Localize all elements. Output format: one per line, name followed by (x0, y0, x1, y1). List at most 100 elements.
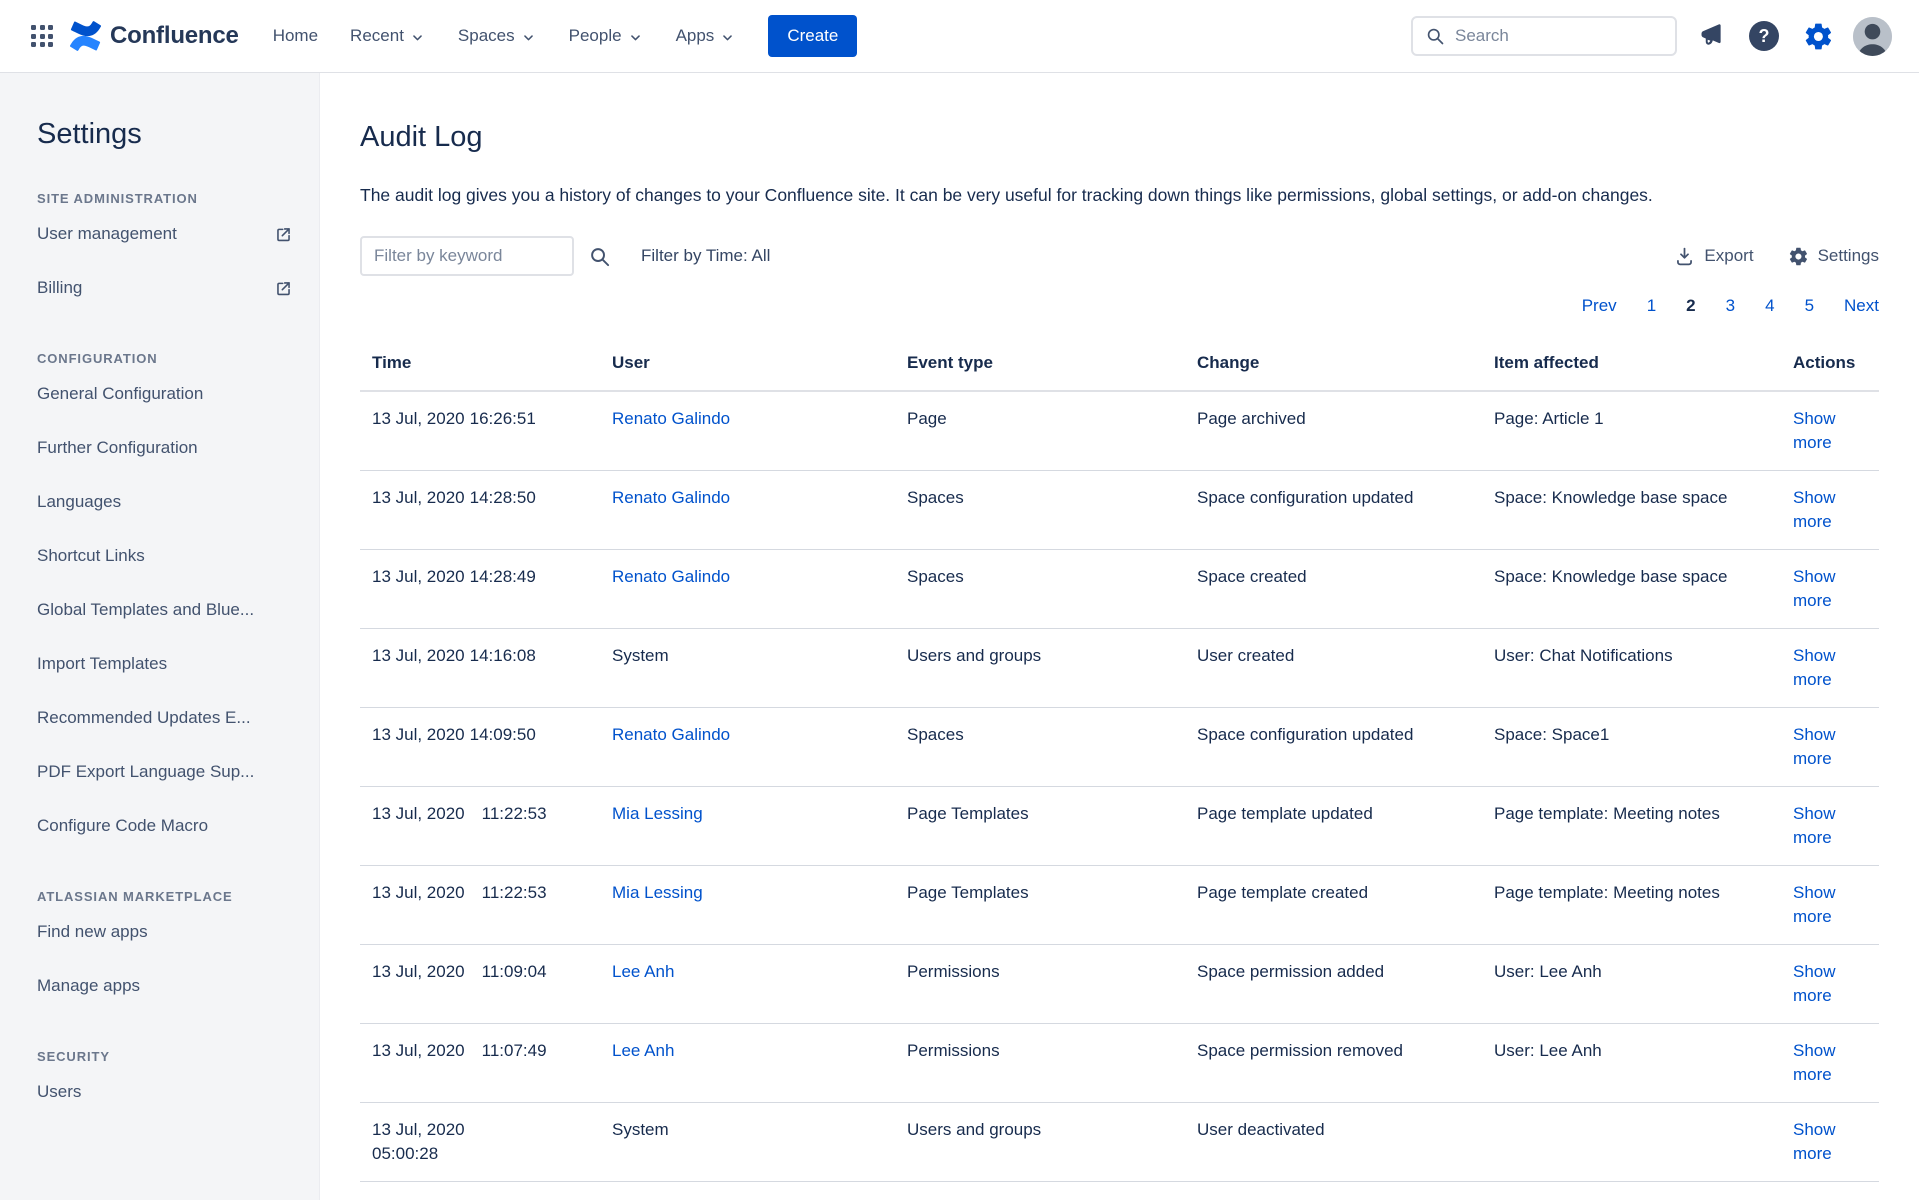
user-link[interactable]: Lee Anh (612, 1041, 674, 1060)
event-time: 11:22:53 (482, 804, 547, 823)
cell-time: 13 Jul, 202005:00:28 (360, 1103, 600, 1182)
cell-actions: Show more (1781, 629, 1879, 708)
sidebar-item-further-configuration[interactable]: Further Configuration (37, 421, 299, 475)
nav-item-label: Recent (350, 26, 404, 46)
confluence-logo[interactable]: Confluence (70, 21, 239, 51)
announcements-button[interactable] (1689, 15, 1731, 57)
table-row: 13 Jul, 202005:00:28SystemUsers and grou… (360, 1182, 1879, 1200)
audit-toolbar: Filter by Time: All Export Settings (360, 236, 1879, 276)
cell-change: Space configuration updated (1185, 471, 1482, 550)
cell-actions: Show more (1781, 866, 1879, 945)
cell-user: System (600, 1103, 895, 1182)
event-time: 11:22:53 (482, 883, 547, 902)
global-search[interactable] (1411, 16, 1677, 56)
nav-item-people[interactable]: People (557, 16, 656, 56)
sidebar-item-languages[interactable]: Languages (37, 475, 299, 529)
pagination-page-5[interactable]: 5 (1805, 296, 1814, 316)
user-link[interactable]: Renato Galindo (612, 567, 730, 586)
event-date: 13 Jul, 2020 (372, 646, 465, 665)
nav-item-recent[interactable]: Recent (338, 16, 438, 56)
sidebar-item-import-templates[interactable]: Import Templates (37, 637, 299, 691)
user-link[interactable]: Mia Lessing (612, 883, 703, 902)
pagination-page-2[interactable]: 2 (1686, 296, 1695, 316)
cell-item-affected: User: Chat Notifications (1482, 629, 1781, 708)
show-more-link[interactable]: Show more (1793, 1041, 1836, 1084)
pagination-page-1[interactable]: 1 (1647, 296, 1656, 316)
time-filter-dropdown[interactable]: Filter by Time: All (641, 246, 770, 266)
cell-change: User created (1185, 629, 1482, 708)
cell-change: Space created (1185, 550, 1482, 629)
filter-search-button[interactable] (588, 245, 611, 268)
show-more-link[interactable]: Show more (1793, 883, 1836, 926)
sidebar-item-find-new-apps[interactable]: Find new apps (37, 905, 299, 959)
pagination-next[interactable]: Next (1844, 296, 1879, 316)
app-switcher-button[interactable] (22, 16, 62, 56)
cell-change: Page template created (1185, 866, 1482, 945)
sidebar-item-billing[interactable]: Billing (37, 261, 299, 315)
show-more-link[interactable]: Show more (1793, 725, 1836, 768)
user-link[interactable]: Renato Galindo (612, 725, 730, 744)
external-link-icon (274, 225, 293, 244)
table-row: 13 Jul, 202005:00:28SystemUsers and grou… (360, 1103, 1879, 1182)
show-more-link[interactable]: Show more (1793, 567, 1836, 610)
chevron-down-icon (719, 29, 736, 46)
sidebar-item-label: Shortcut Links (37, 545, 145, 567)
chevron-down-icon (627, 29, 644, 46)
sidebar-section-heading: CONFIGURATION (37, 351, 299, 367)
show-more-link[interactable]: Show more (1793, 804, 1836, 847)
event-date: 13 Jul, 2020 (372, 883, 465, 902)
sidebar-item-pdf-export-language-sup[interactable]: PDF Export Language Sup... (37, 745, 299, 799)
sidebar-item-configure-code-macro[interactable]: Configure Code Macro (37, 799, 299, 853)
filter-keyword-input[interactable] (360, 236, 574, 276)
sidebar-item-general-configuration[interactable]: General Configuration (37, 367, 299, 421)
cell-event-type: Permissions (895, 1024, 1185, 1103)
show-more-link[interactable]: Show more (1793, 1120, 1836, 1163)
sidebar-item-global-templates-and-blue[interactable]: Global Templates and Blue... (37, 583, 299, 637)
cell-event-type: Spaces (895, 708, 1185, 787)
table-row: 13 Jul, 202011:07:49Lee AnhPermissionsSp… (360, 1024, 1879, 1103)
cell-item-affected: User: Lee Anh (1482, 945, 1781, 1024)
sidebar-item-label: Manage apps (37, 975, 140, 997)
cell-time: 13 Jul, 202014:09:50 (360, 708, 600, 787)
table-row: 13 Jul, 202011:22:53Mia LessingPage Temp… (360, 787, 1879, 866)
user-link[interactable]: Renato Galindo (612, 409, 730, 428)
cell-time: 13 Jul, 202005:00:28 (360, 1182, 600, 1200)
show-more-link[interactable]: Show more (1793, 646, 1836, 689)
search-input[interactable] (1455, 26, 1663, 46)
event-time: 14:28:50 (470, 488, 536, 507)
sidebar-item-shortcut-links[interactable]: Shortcut Links (37, 529, 299, 583)
sidebar-item-user-management[interactable]: User management (37, 207, 299, 261)
show-more-link[interactable]: Show more (1793, 488, 1836, 531)
cell-event-type: Users and groups (895, 1103, 1185, 1182)
nav-item-spaces[interactable]: Spaces (446, 16, 549, 56)
export-button[interactable]: Export (1674, 246, 1753, 267)
audit-settings-button[interactable]: Settings (1788, 246, 1879, 267)
user-link[interactable]: Renato Galindo (612, 488, 730, 507)
confluence-logo-icon (70, 21, 101, 51)
sidebar-item-users[interactable]: Users (37, 1065, 299, 1119)
cell-event-type: Spaces (895, 471, 1185, 550)
pagination-prev[interactable]: Prev (1582, 296, 1617, 316)
cell-actions: Show more (1781, 945, 1879, 1024)
nav-item-apps[interactable]: Apps (664, 16, 749, 56)
user-link[interactable]: Mia Lessing (612, 804, 703, 823)
show-more-link[interactable]: Show more (1793, 962, 1836, 1005)
nav-item-home[interactable]: Home (261, 16, 330, 56)
gear-icon (1803, 21, 1834, 52)
event-time: 16:26:51 (470, 409, 536, 428)
create-button[interactable]: Create (768, 15, 857, 57)
sidebar-item-recommended-updates-e[interactable]: Recommended Updates E... (37, 691, 299, 745)
cell-user: Renato Galindo (600, 391, 895, 471)
cell-change: User details updated (1185, 1182, 1482, 1200)
sidebar-item-label: Global Templates and Blue... (37, 599, 254, 621)
show-more-link[interactable]: Show more (1793, 409, 1836, 452)
user-link[interactable]: Lee Anh (612, 962, 674, 981)
cell-user: System (600, 1182, 895, 1200)
sidebar-item-manage-apps[interactable]: Manage apps (37, 959, 299, 1013)
help-button[interactable]: ? (1743, 15, 1785, 57)
pagination-page-4[interactable]: 4 (1765, 296, 1774, 316)
pagination-page-3[interactable]: 3 (1726, 296, 1735, 316)
settings-button[interactable] (1797, 15, 1839, 57)
profile-button[interactable] (1851, 15, 1893, 57)
cell-change: Space permission added (1185, 945, 1482, 1024)
